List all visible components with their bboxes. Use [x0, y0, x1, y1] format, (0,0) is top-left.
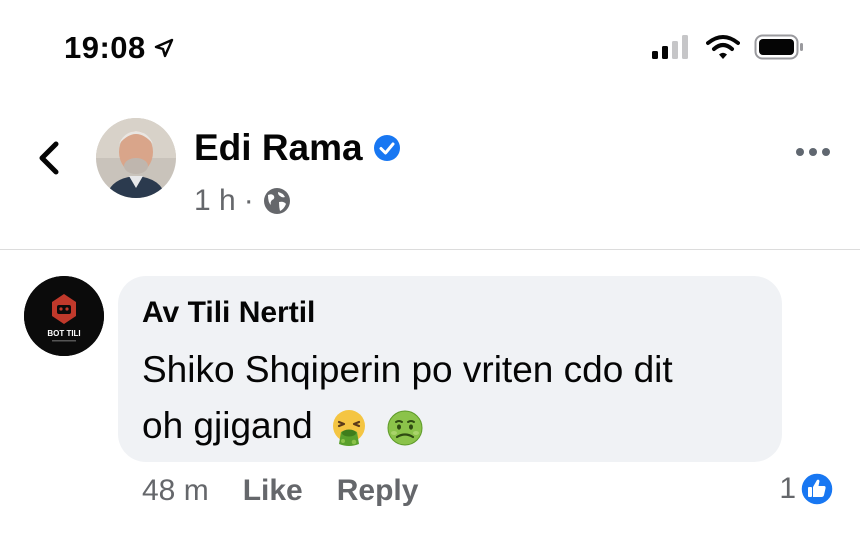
- post-meta: 1 h ·: [194, 184, 292, 218]
- verified-badge-icon: [373, 135, 400, 161]
- author-name[interactable]: Edi Rama: [194, 127, 401, 169]
- author-name-label: Edi Rama: [194, 127, 363, 168]
- meta-separator: ·: [243, 184, 254, 217]
- screen: 19:08 Edi Rama 1 h · BOT TILI Av Tili Ne…: [0, 0, 860, 537]
- globe-icon: [263, 188, 290, 214]
- more-options-button[interactable]: [796, 148, 830, 156]
- status-time-label: 19:08: [64, 30, 146, 65]
- comment-bubble[interactable]: Av Tili Nertil Shiko Shqiperin po vriten…: [118, 276, 782, 462]
- author-avatar[interactable]: [96, 118, 176, 198]
- comment-time: 48 m: [142, 474, 209, 507]
- location-arrow-icon: [154, 38, 173, 58]
- post-time: 1 h: [194, 184, 236, 217]
- more-dots-icon: [796, 148, 804, 156]
- comment-text: Shiko Shqiperin po vriten cdo dit oh gji…: [142, 342, 762, 454]
- commenter-name[interactable]: Av Tili Nertil: [142, 296, 315, 330]
- cellular-signal-icon: [652, 35, 688, 59]
- author-avatar-image: [96, 118, 176, 198]
- comment-line-2: oh gjigand: [142, 398, 762, 454]
- commenter-logo-text: BOT TILI: [47, 329, 80, 338]
- like-reaction-icon: [800, 472, 834, 506]
- reaction-count: 1: [779, 472, 796, 505]
- status-icons: [652, 34, 804, 60]
- commenter-avatar[interactable]: BOT TILI: [24, 276, 104, 356]
- face-vomiting-emoji: [333, 410, 366, 447]
- reaction-summary[interactable]: 1: [779, 472, 834, 506]
- status-time: 19:08: [64, 30, 174, 66]
- battery-icon: [754, 34, 803, 60]
- reply-button[interactable]: Reply: [337, 474, 419, 508]
- comment-line-2-text: oh gjigand: [142, 405, 313, 446]
- wifi-icon: [706, 35, 740, 59]
- commenter-avatar-image: BOT TILI: [24, 276, 104, 356]
- header-divider: [0, 249, 860, 250]
- like-button[interactable]: Like: [243, 474, 303, 508]
- comment-actions: 48 m Like Reply: [142, 474, 418, 508]
- back-button[interactable]: [34, 138, 64, 178]
- comment-line-1: Shiko Shqiperin po vriten cdo dit: [142, 349, 673, 390]
- nauseated-face-emoji: [387, 410, 423, 446]
